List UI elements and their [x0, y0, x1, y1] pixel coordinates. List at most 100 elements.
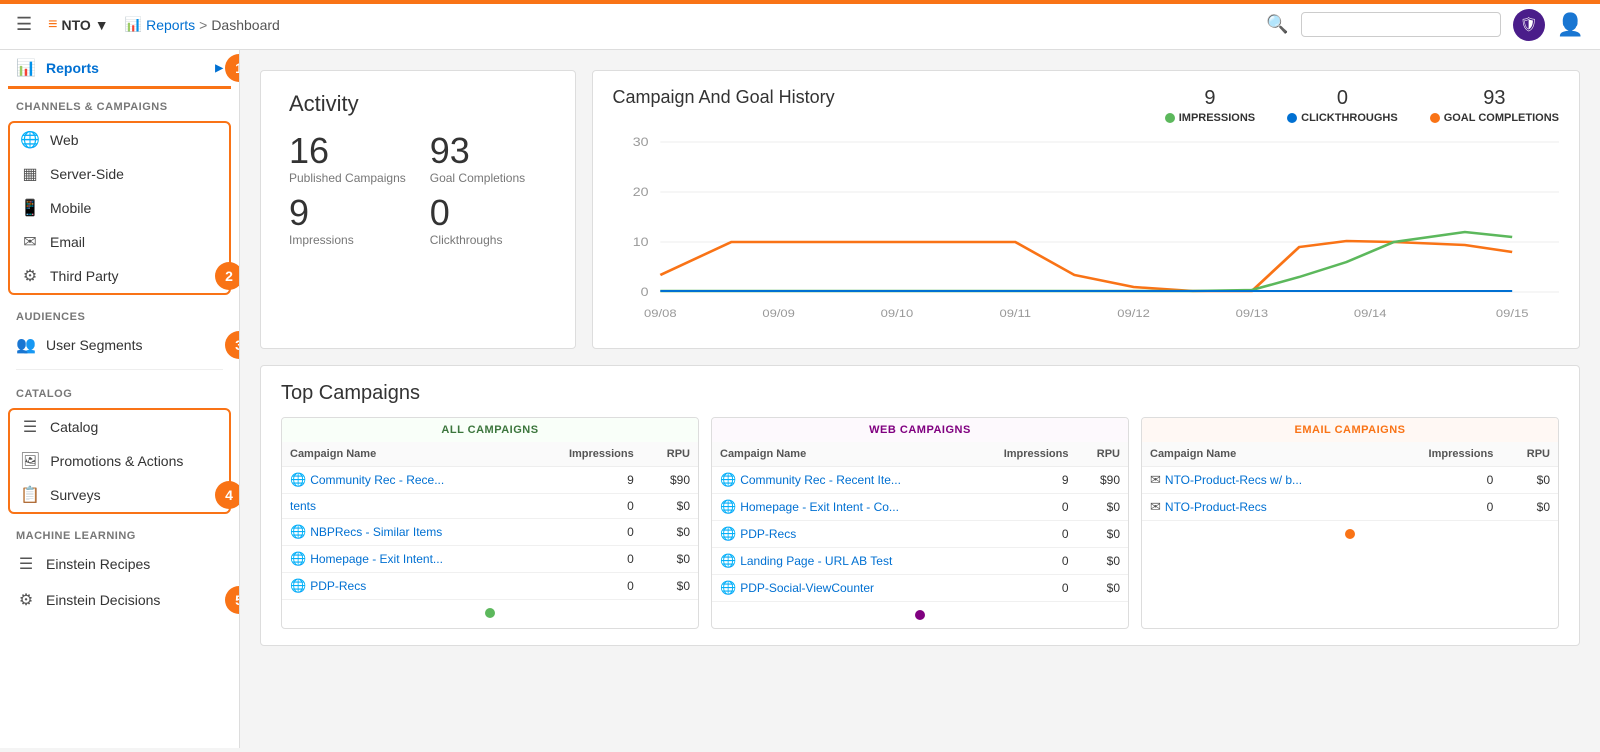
col-name-all: Campaign Name: [282, 442, 526, 467]
row-icon: 🌐: [720, 526, 736, 541]
email-campaigns-header: EMAIL CAMPAIGNS: [1142, 418, 1558, 442]
col-rpu-email: RPU: [1501, 442, 1558, 467]
server-icon: ▦: [20, 164, 40, 184]
web-campaigns-footer: [712, 602, 1128, 628]
svg-text:30: 30: [632, 135, 648, 149]
campaign-link[interactable]: Homepage - Exit Intent - Co...: [740, 500, 899, 514]
rpu-cell: $0: [1501, 494, 1558, 521]
metric-goal: 93 Goal Completions: [430, 133, 547, 185]
campaign-link[interactable]: PDP-Social-ViewCounter: [740, 581, 874, 595]
footer-dot-email: [1345, 529, 1355, 539]
hamburger-icon[interactable]: ☰: [16, 14, 32, 35]
table-row: 🌐Community Rec - Recent Ite... 9 $90: [712, 467, 1128, 494]
campaigns-card: Top Campaigns ALL CAMPAIGNS Campaign Nam…: [260, 365, 1580, 646]
section-channels: CHANNELS & CAMPAIGNS: [0, 89, 239, 117]
row-icon: ✉: [1150, 472, 1161, 487]
search-input[interactable]: [1301, 12, 1501, 37]
impressions-cell: 0: [970, 521, 1076, 548]
svg-text:09/12: 09/12: [1117, 307, 1150, 320]
metric-impressions: 9 Impressions: [289, 195, 406, 247]
campaign-link[interactable]: Landing Page - URL AB Test: [740, 554, 892, 568]
section-ml: MACHINE LEARNING: [0, 518, 239, 546]
col-impressions-email: Impressions: [1385, 442, 1502, 467]
rpu-cell: $0: [1077, 548, 1129, 575]
email-label: Email: [50, 234, 85, 250]
breadcrumb-reports[interactable]: Reports: [146, 17, 195, 33]
table-row: 🌐PDP-Recs 0 $0: [712, 521, 1128, 548]
campaign-link[interactable]: Community Rec - Rece...: [310, 473, 444, 487]
impressions-cell: 0: [970, 575, 1076, 602]
rpu-cell: $90: [642, 467, 698, 494]
org-name: NTO: [61, 17, 90, 33]
table-row: 🌐 PDP-Social-ViewCounter 0 $0: [712, 575, 1128, 602]
sidebar-item-mobile[interactable]: 📱 Mobile: [10, 191, 229, 225]
campaign-link[interactable]: NTO-Product-Recs: [1165, 500, 1267, 514]
email-icon: ✉: [20, 232, 40, 252]
footer-dot-all: [485, 608, 495, 618]
campaign-link[interactable]: NBPRecs - Similar Items: [310, 525, 442, 539]
sidebar-item-user-segments[interactable]: 👥 User Segments: [0, 327, 239, 363]
campaign-link[interactable]: Homepage - Exit Intent...: [310, 552, 443, 566]
stat-goal-completions: 93 GOAL COMPLETIONS: [1430, 87, 1559, 124]
email-campaigns-footer: [1142, 521, 1558, 547]
campaign-link[interactable]: NTO-Product-Recs w/ b...: [1165, 473, 1302, 487]
campaign-link[interactable]: tents: [290, 499, 316, 513]
impressions-value: 9: [289, 195, 406, 231]
reports-label: Reports: [46, 60, 99, 76]
divider: [16, 369, 223, 370]
sidebar-item-catalog[interactable]: ☰ Catalog: [10, 410, 229, 444]
clickthroughs-value: 0: [430, 195, 547, 231]
sidebar-item-email[interactable]: ✉ Email: [10, 225, 229, 259]
impressions-cell: 0: [526, 494, 642, 519]
catalog-icon: ☰: [20, 417, 40, 437]
sidebar: 📊 Reports ▶ 1 CHANNELS & CAMPAIGNS 🌐 Web…: [0, 50, 240, 748]
sidebar-item-web[interactable]: 🌐 Web: [10, 123, 229, 157]
campaign-link[interactable]: Community Rec - Recent Ite...: [740, 473, 901, 487]
row-icon: 🌐: [720, 580, 736, 595]
row-icon: 🌐: [720, 553, 736, 568]
sidebar-item-third-party[interactable]: ⚙ Third Party 2: [10, 259, 229, 293]
chart-title: Campaign And Goal History: [613, 87, 835, 108]
campaigns-title: Top Campaigns: [281, 382, 1559, 405]
promotions-label: Promotions & Actions: [50, 453, 183, 469]
campaign-link[interactable]: PDP-Recs: [310, 579, 366, 593]
rpu-cell: $0: [1077, 575, 1129, 602]
row-icon: 🌐: [290, 524, 306, 539]
step-2-circle: 2: [215, 262, 240, 290]
impressions-dot: [1165, 113, 1175, 123]
sidebar-item-einstein-decisions[interactable]: ⚙ Einstein Decisions 5: [0, 582, 239, 618]
impressions-cell: 0: [526, 546, 642, 573]
chart-area: 30 20 10 0 09/08 09/09 09/10 09/11 09/12…: [613, 132, 1560, 332]
sidebar-item-einstein-recipes[interactable]: ☰ Einstein Recipes: [0, 546, 239, 582]
web-label: Web: [50, 132, 79, 148]
shield-icon[interactable]: 🛡: [1513, 9, 1545, 41]
chart-header: Campaign And Goal History 9 IMPRESSIONS …: [613, 87, 1560, 124]
sidebar-item-server-side[interactable]: ▦ Server-Side: [10, 157, 229, 191]
col-rpu-web: RPU: [1077, 442, 1129, 467]
top-row: Activity 16 Published Campaigns 93 Goal …: [260, 70, 1580, 349]
sidebar-item-surveys[interactable]: 📋 Surveys 4: [10, 478, 229, 512]
row-icon: ✉: [1150, 499, 1161, 514]
table-row: 🌐Homepage - Exit Intent - Co... 0 $0: [712, 494, 1128, 521]
step-4-circle: 4: [215, 481, 240, 509]
search-icon[interactable]: 🔍: [1266, 14, 1288, 35]
impressions-label: Impressions: [289, 233, 406, 247]
svg-text:09/09: 09/09: [762, 307, 795, 320]
org-selector[interactable]: ≡ NTO ▼: [48, 16, 109, 34]
row-icon: 🌐: [290, 472, 306, 487]
sidebar-item-reports[interactable]: 📊 Reports ▶ 1: [0, 50, 239, 86]
goal-dot: [1430, 113, 1440, 123]
sidebar-item-promotions[interactable]: 🖼 Promotions & Actions: [10, 444, 229, 478]
email-campaigns-table: EMAIL CAMPAIGNS Campaign Name Impression…: [1141, 417, 1559, 629]
col-impressions-all: Impressions: [526, 442, 642, 467]
svg-text:10: 10: [632, 235, 648, 249]
user-avatar[interactable]: 👤: [1557, 12, 1584, 38]
org-dropdown-icon[interactable]: ▼: [95, 17, 109, 33]
col-rpu-all: RPU: [642, 442, 698, 467]
campaign-link[interactable]: PDP-Recs: [740, 527, 796, 541]
impressions-cell: 0: [1385, 494, 1502, 521]
catalog-label: Catalog: [50, 419, 98, 435]
goal-label: Goal Completions: [430, 171, 547, 185]
recipes-label: Einstein Recipes: [46, 556, 150, 572]
svg-text:09/14: 09/14: [1353, 307, 1386, 320]
